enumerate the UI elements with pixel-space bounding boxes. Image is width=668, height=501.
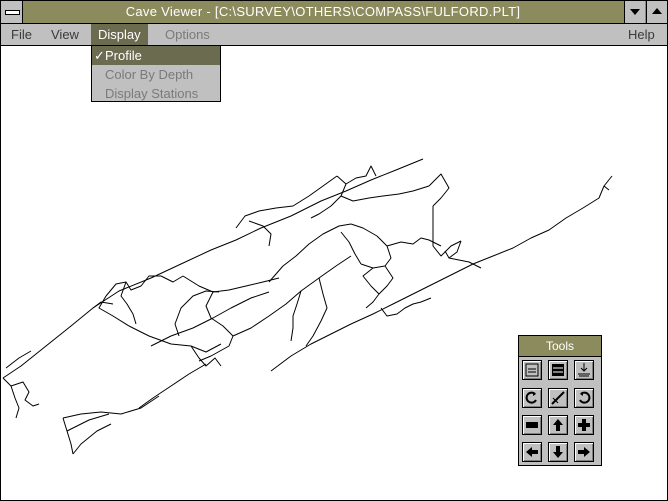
survey-line xyxy=(380,297,432,317)
survey-line xyxy=(62,395,160,419)
survey-line xyxy=(268,223,352,283)
menu-display[interactable]: Display xyxy=(91,24,148,45)
menu-item-label: Profile xyxy=(105,48,142,63)
menu-item-profile[interactable]: ✓ Profile xyxy=(92,46,220,65)
maximize-button[interactable] xyxy=(646,1,667,23)
survey-line xyxy=(72,423,112,455)
survey-line xyxy=(10,381,40,407)
menu-item-display-stations[interactable]: Display Stations xyxy=(92,84,220,103)
survey-line xyxy=(105,275,184,297)
menu-item-label: Color By Depth xyxy=(105,67,194,82)
rotate-right-icon xyxy=(579,391,591,404)
tools-title[interactable]: Tools xyxy=(519,336,601,357)
survey-line xyxy=(340,231,362,265)
display-menu-dropdown: ✓ Profile Color By Depth Display Station… xyxy=(91,45,221,102)
zoom-in-button[interactable] xyxy=(522,360,542,380)
minimize-button[interactable] xyxy=(624,1,645,23)
system-menu-button[interactable] xyxy=(1,1,23,23)
pan-left-button[interactable] xyxy=(522,442,542,462)
tilt-icon xyxy=(551,391,565,405)
pan-down-button[interactable] xyxy=(548,442,568,462)
menu-file[interactable]: File xyxy=(4,24,39,45)
menu-bar: File View Display Options Help xyxy=(1,24,667,46)
pan-down-icon xyxy=(553,446,563,458)
survey-line xyxy=(305,277,328,347)
survey-line xyxy=(5,350,32,369)
survey-line xyxy=(365,265,394,309)
pan-right-icon xyxy=(578,447,590,457)
survey-line xyxy=(198,291,234,362)
survey-line xyxy=(98,295,222,353)
survey-line xyxy=(340,185,430,202)
minimize-icon xyxy=(630,9,640,15)
survey-line xyxy=(62,417,74,455)
stop-icon xyxy=(526,422,538,428)
survey-line xyxy=(428,173,450,207)
survey-line xyxy=(362,267,380,295)
survey-line xyxy=(174,290,220,337)
title-bar[interactable]: Cave Viewer - [C:\SURVEY\OTHERS\COMPASS\… xyxy=(1,1,667,24)
survey-line xyxy=(603,185,610,191)
survey-line xyxy=(120,281,137,325)
survey-line xyxy=(432,206,462,257)
rotate-left-button[interactable] xyxy=(522,388,542,408)
menu-item-color-by-depth[interactable]: Color By Depth xyxy=(92,65,220,84)
main-window: Cave Viewer - [C:\SURVEY\OTHERS\COMPASS\… xyxy=(0,0,668,501)
pan-right-button[interactable] xyxy=(574,442,594,462)
checkmark-icon: ✓ xyxy=(94,48,105,63)
pan-up-icon xyxy=(553,419,563,431)
zoom-out-button[interactable] xyxy=(574,360,594,380)
tools-palette: Tools xyxy=(518,335,602,466)
survey-line xyxy=(232,255,352,337)
rotate-right-button[interactable] xyxy=(574,388,594,408)
tilt-button[interactable] xyxy=(548,388,568,408)
survey-line xyxy=(182,275,280,293)
survey-line xyxy=(2,158,424,379)
zoom-in-icon xyxy=(525,363,539,377)
survey-line xyxy=(345,165,377,185)
zoom-full-button[interactable] xyxy=(548,360,568,380)
menu-item-label: Display Stations xyxy=(105,86,199,101)
zoom-full-icon xyxy=(552,364,564,376)
survey-line xyxy=(92,301,114,309)
survey-line xyxy=(138,363,207,409)
survey-line xyxy=(235,175,338,229)
menu-view[interactable]: View xyxy=(44,24,86,45)
pan-left-icon xyxy=(526,447,538,457)
maximize-icon xyxy=(652,8,662,14)
reset-icon xyxy=(578,419,590,431)
menu-help[interactable]: Help xyxy=(621,24,662,45)
menu-options[interactable]: Options xyxy=(158,24,217,45)
zoom-out-icon xyxy=(578,363,590,377)
reset-button[interactable] xyxy=(574,415,594,435)
window-title: Cave Viewer - [C:\SURVEY\OTHERS\COMPASS\… xyxy=(125,4,521,19)
stop-button[interactable] xyxy=(522,415,542,435)
pan-up-button[interactable] xyxy=(548,415,568,435)
survey-line xyxy=(248,220,272,247)
survey-line xyxy=(190,345,222,367)
survey-line xyxy=(350,223,392,269)
rotate-left-icon xyxy=(525,391,537,404)
survey-line xyxy=(150,291,270,347)
system-menu-icon xyxy=(5,10,20,15)
